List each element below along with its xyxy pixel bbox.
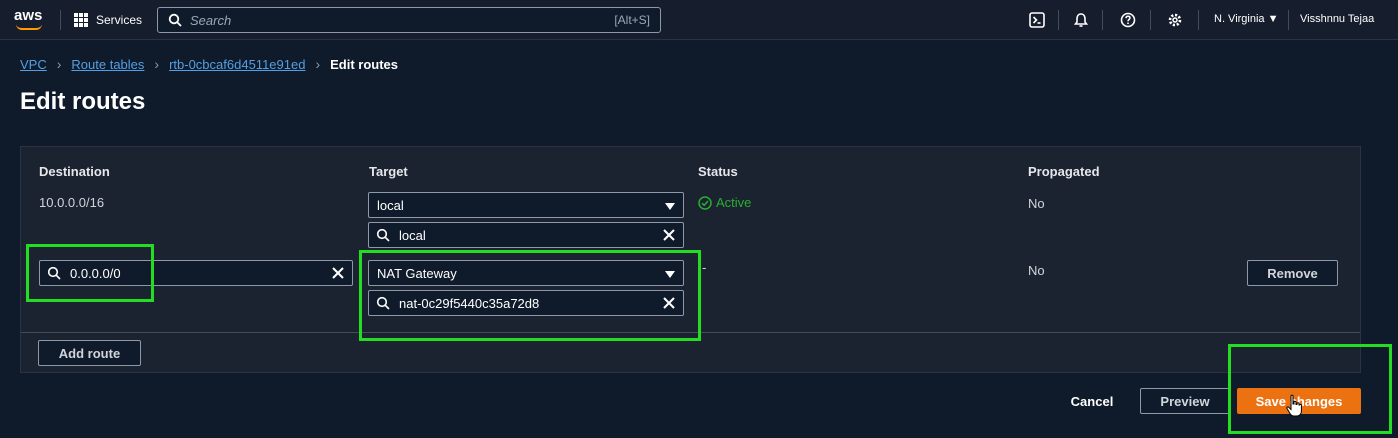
search-icon [376, 296, 390, 310]
status-text: - [702, 260, 707, 275]
search-icon [47, 266, 61, 280]
breadcrumb-link-route-tables[interactable]: Route tables [71, 57, 144, 72]
aws-logo[interactable]: aws [14, 8, 46, 32]
breadcrumb-link-vpc[interactable]: VPC [20, 57, 47, 72]
nav-divider [1288, 10, 1289, 30]
column-header-target: Target [369, 164, 408, 179]
panel-divider [21, 332, 1360, 333]
clear-icon[interactable] [661, 227, 677, 243]
target-type-select[interactable]: NAT Gateway [368, 260, 684, 286]
aws-smile-icon [16, 24, 42, 30]
nav-divider [1150, 10, 1151, 30]
routes-panel: Destination Target Status Propagated 10.… [20, 146, 1361, 373]
bell-icon[interactable] [1072, 11, 1090, 29]
caret-down-icon [665, 203, 675, 210]
caret-down-icon [665, 271, 675, 278]
clear-icon[interactable] [661, 295, 677, 311]
column-header-destination: Destination [39, 164, 110, 179]
target-search-field[interactable]: local [368, 222, 684, 248]
page-title: Edit routes [20, 88, 146, 115]
services-menu-button[interactable]: Services [74, 10, 142, 30]
search-icon [168, 13, 182, 27]
region-selector[interactable]: N. Virginia ▼ [1214, 13, 1279, 25]
target-filter-value: local [399, 228, 426, 243]
check-circle-icon [698, 195, 712, 210]
target-type-select[interactable]: local [368, 192, 684, 218]
search-icon [376, 228, 390, 242]
propagated-text: No [1028, 196, 1045, 211]
clear-icon[interactable] [330, 265, 346, 281]
aws-logo-text: aws [14, 7, 43, 24]
grid-icon [74, 13, 88, 27]
account-menu[interactable]: Visshnnu Tejaa [1300, 13, 1374, 25]
remove-route-button[interactable]: Remove [1247, 260, 1338, 286]
target-filter-value: nat-0c29f5440c35a72d8 [399, 296, 540, 311]
propagated-text: No [1028, 263, 1045, 278]
destination-field[interactable]: 0.0.0.0/0 [39, 260, 353, 286]
top-navigation-bar: aws Services [Alt+S] N. Virginia ▼ Vissh… [0, 0, 1398, 40]
search-shortcut-hint: [Alt+S] [614, 13, 650, 27]
target-type-value: NAT Gateway [377, 266, 457, 281]
search-input[interactable] [190, 11, 570, 29]
help-icon[interactable] [1119, 11, 1137, 29]
breadcrumb-current: Edit routes [330, 56, 399, 72]
cancel-button[interactable]: Cancel [1066, 388, 1118, 414]
chevron-right-icon: › [56, 56, 62, 72]
column-header-propagated: Propagated [1028, 164, 1100, 179]
nav-divider [1198, 10, 1199, 30]
status-badge: Active [698, 195, 751, 210]
nav-divider [60, 10, 61, 30]
add-route-button[interactable]: Add route [38, 340, 141, 366]
target-type-value: local [377, 198, 404, 213]
preview-button[interactable]: Preview [1140, 388, 1230, 414]
gear-icon[interactable] [1166, 11, 1184, 29]
nav-divider [1058, 10, 1059, 30]
column-header-status: Status [698, 164, 738, 179]
breadcrumb-link-route-table-id[interactable]: rtb-0cbcaf6d4511e91ed [169, 57, 305, 72]
global-search[interactable]: [Alt+S] [157, 7, 661, 33]
chevron-right-icon: › [154, 56, 160, 72]
nav-divider [1102, 10, 1103, 30]
services-label: Services [96, 13, 143, 27]
hand-cursor-icon [1286, 394, 1302, 417]
route-destination-text: 10.0.0.0/16 [39, 195, 105, 210]
breadcrumb: VPC › Route tables › rtb-0cbcaf6d4511e91… [20, 55, 398, 73]
chevron-right-icon: › [315, 56, 321, 72]
destination-value: 0.0.0.0/0 [70, 266, 121, 281]
status-text: Active [716, 195, 752, 210]
cloudshell-icon[interactable] [1028, 11, 1046, 29]
target-search-field[interactable]: nat-0c29f5440c35a72d8 [368, 290, 684, 316]
